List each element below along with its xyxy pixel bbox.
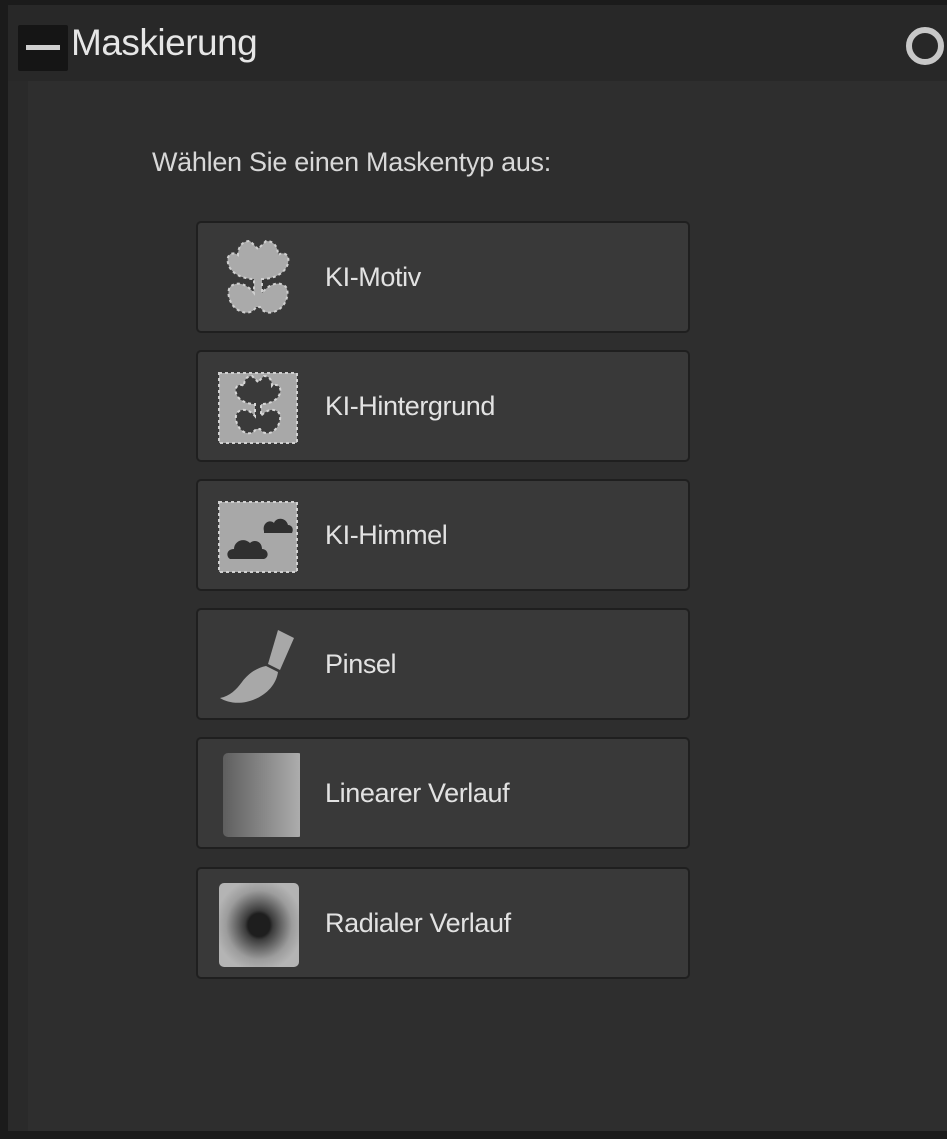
brush-icon (220, 630, 294, 703)
cloud-sky-icon (218, 501, 298, 573)
panel-header: Maskierung (8, 5, 947, 81)
radial-gradient-icon (219, 883, 299, 967)
collapse-button[interactable] (18, 25, 68, 71)
mask-brush-button[interactable]: Pinsel (196, 608, 690, 720)
mask-type-label: Linearer Verlauf (325, 778, 510, 808)
minus-icon (26, 45, 60, 50)
mask-type-label: KI-Motiv (325, 262, 421, 292)
panel-body: Wählen Sie einen Maskentyp aus: KI-Motiv… (28, 81, 947, 1131)
mask-ai-subject-button[interactable]: KI-Motiv (196, 221, 690, 333)
mask-type-label: KI-Hintergrund (325, 391, 495, 421)
flower-subject-icon (226, 239, 290, 314)
mask-ai-sky-button[interactable]: KI-Himmel (196, 479, 690, 591)
mask-type-prompt: Wählen Sie einen Maskentyp aus: (152, 147, 551, 177)
mask-type-label: KI-Himmel (325, 520, 448, 550)
mask-linear-gradient-button[interactable]: Linearer Verlauf (196, 737, 690, 849)
mask-ai-background-button[interactable]: KI-Hintergrund (196, 350, 690, 462)
linear-gradient-icon (223, 753, 300, 837)
mask-type-label: Radialer Verlauf (325, 908, 511, 938)
mask-type-label: Pinsel (325, 649, 397, 679)
panel-title: Maskierung (71, 22, 258, 63)
mask-radial-gradient-button[interactable]: Radialer Verlauf (196, 867, 690, 979)
masking-panel: Maskierung Wählen Sie einen Maskentyp au… (0, 0, 947, 1139)
flower-background-icon (218, 372, 298, 444)
ring-toggle-icon[interactable] (906, 27, 944, 65)
